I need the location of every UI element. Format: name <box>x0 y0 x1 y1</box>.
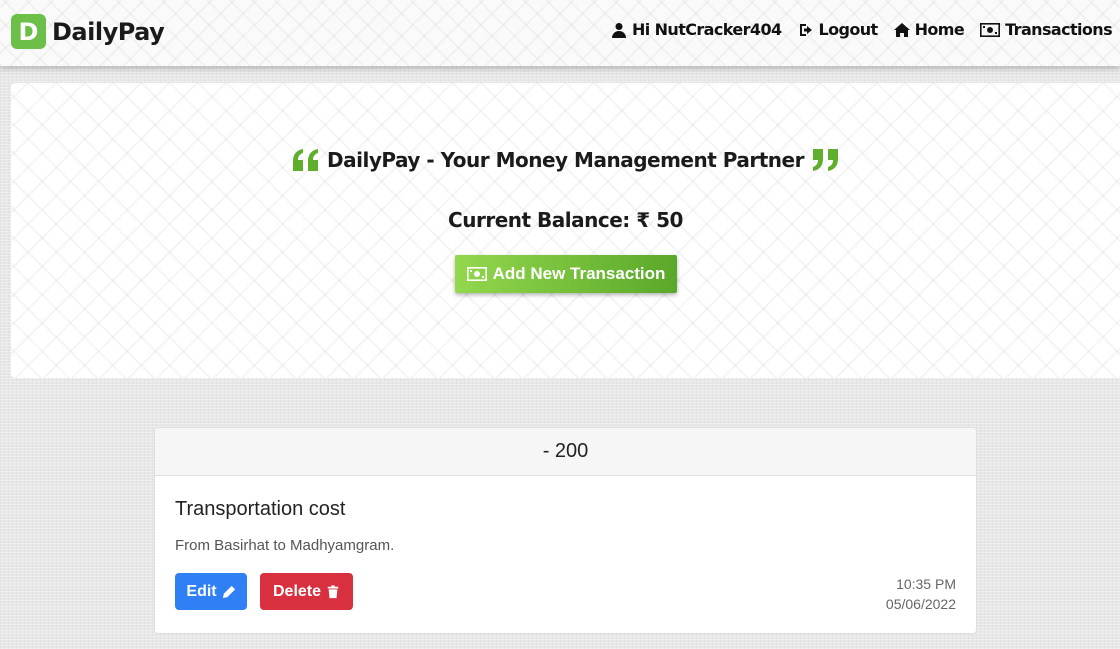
home-label: Home <box>914 20 965 39</box>
transaction-card: - 200 Transportation cost From Basirhat … <box>154 427 977 634</box>
current-balance: Current Balance: ₹ 50 <box>448 208 683 232</box>
transaction-timestamp: 10:35 PM 05/06/2022 <box>886 574 956 614</box>
sign-out-icon <box>799 23 812 36</box>
money-icon <box>466 267 487 281</box>
add-transaction-button[interactable]: Add New Transaction <box>455 255 677 293</box>
nav-home[interactable]: Home <box>893 20 965 39</box>
nav-links: Hi NutCracker404 Logout Home Transaction… <box>611 20 1113 39</box>
pencil-icon <box>222 585 235 598</box>
tagline: DailyPay - Your Money Management Partner <box>11 145 1120 175</box>
user-icon <box>611 22 626 38</box>
edit-button[interactable]: Edit <box>175 573 247 610</box>
quote-left-icon <box>293 149 319 171</box>
tagline-text: DailyPay - Your Money Management Partner <box>327 148 804 172</box>
home-icon <box>893 22 910 37</box>
transaction-time: 10:35 PM <box>896 576 956 592</box>
transaction-title: Transportation cost <box>175 498 346 520</box>
money-icon <box>980 22 1001 37</box>
nav-transactions[interactable]: Transactions <box>980 20 1113 39</box>
add-transaction-label: Add New Transaction <box>492 264 666 283</box>
delete-button[interactable]: Delete <box>260 573 353 610</box>
brand[interactable]: D DailyPay <box>11 14 165 49</box>
nav-logout[interactable]: Logout <box>798 20 878 39</box>
brand-name: DailyPay <box>52 17 165 46</box>
greeting-label: Hi NutCracker404 <box>631 20 782 39</box>
edit-label: Edit <box>186 582 217 600</box>
quote-right-icon <box>812 149 838 171</box>
navbar: D DailyPay Hi NutCracker404 Logout Home … <box>0 0 1120 66</box>
transactions-label: Transactions <box>1005 20 1112 39</box>
transaction-description: From Basirhat to Madhyamgram. <box>175 537 395 554</box>
nav-user-greeting[interactable]: Hi NutCracker404 <box>611 20 782 39</box>
logout-label: Logout <box>818 20 879 39</box>
transaction-amount: - 200 <box>155 428 976 476</box>
delete-label: Delete <box>272 582 322 600</box>
transaction-date: 05/06/2022 <box>885 596 956 612</box>
hero-banner: DailyPay - Your Money Management Partner… <box>11 83 1120 378</box>
brand-logo: D <box>11 14 46 49</box>
trash-icon <box>327 584 339 598</box>
